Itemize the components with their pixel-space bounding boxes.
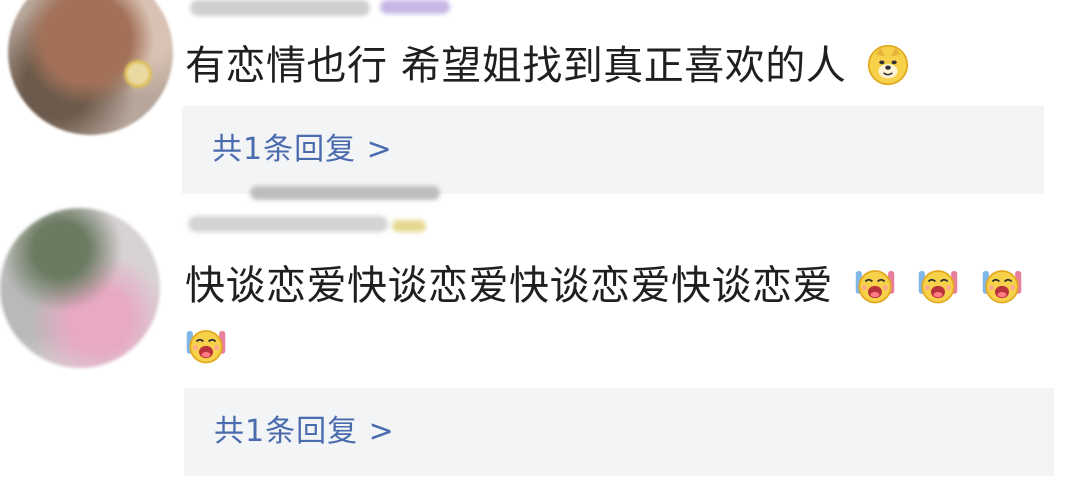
username-blurred[interactable] <box>188 216 388 232</box>
cheer-emoji-icon <box>186 330 226 364</box>
cheer-emoji-icon <box>919 270 958 304</box>
cheer-emoji-icon <box>982 270 1021 304</box>
avatar[interactable] <box>0 208 160 368</box>
reply-count-link[interactable]: 共1条回复 > <box>212 132 393 168</box>
dog-emoji-icon <box>868 44 909 86</box>
view-replies-button[interactable]: 共1条回复 > <box>182 106 1044 194</box>
avatar[interactable] <box>8 0 173 135</box>
comment-list: 有恋情也行 希望姐找到真正喜欢的人 共1条回复 > 快谈恋爱快谈恋爱快谈恋爱快谈… <box>0 0 1080 483</box>
comment-text-content: 有恋情也行 希望姐找到真正喜欢的人 <box>185 43 847 89</box>
user-level-badge-blurred <box>392 220 426 232</box>
comment-text-content: 快谈恋爱快谈恋爱快谈恋爱快谈恋爱 <box>185 263 833 309</box>
badge-icon <box>124 60 152 88</box>
cheer-emoji-icon <box>855 270 895 304</box>
user-level-badge-blurred <box>380 0 450 14</box>
comment-text-continued <box>185 318 227 374</box>
comment-text: 有恋情也行 希望姐找到真正喜欢的人 <box>185 38 909 94</box>
view-replies-button[interactable]: 共1条回复 > <box>184 388 1054 476</box>
username-blurred[interactable] <box>190 0 370 16</box>
divider-blurred <box>250 186 440 200</box>
reply-count-link[interactable]: 共1条回复 > <box>214 414 395 450</box>
comment-text: 快谈恋爱快谈恋爱快谈恋爱快谈恋爱 <box>185 258 1023 314</box>
